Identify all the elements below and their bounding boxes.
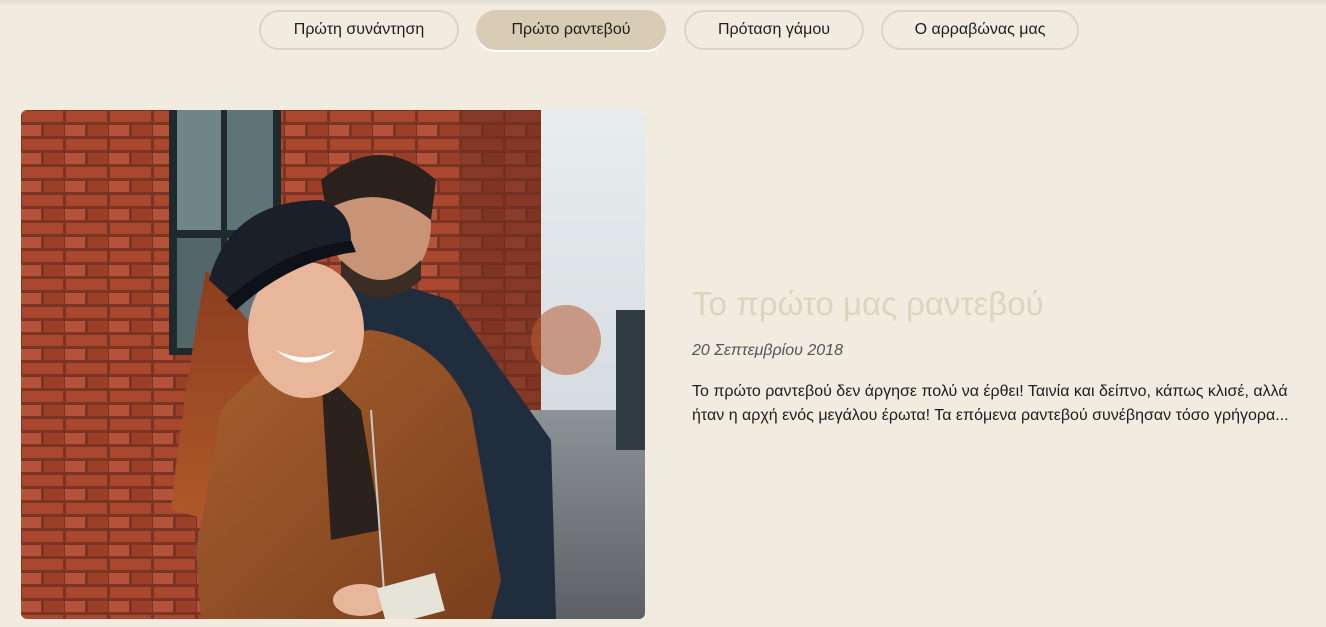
page: Πρώτη συνάντηση Πρώτο ραντεβού Πρόταση γ…: [0, 0, 1326, 627]
tab-first-date[interactable]: Πρώτο ραντεβού: [476, 10, 666, 50]
story-section: Το πρώτο μας ραντεβού 20 Σεπτεμβρίου 201…: [692, 282, 1312, 428]
tab-first-meeting[interactable]: Πρώτη συνάντηση: [259, 10, 459, 50]
couple-photo: [21, 110, 645, 619]
tab-engagement[interactable]: Ο αρραβώνας μας: [881, 10, 1079, 50]
story-date: 20 Σεπτεμβρίου 2018: [692, 342, 843, 359]
top-shadow: [0, 0, 1326, 6]
story-title: Το πρώτο μας ραντεβού: [692, 285, 1044, 322]
tab-proposal[interactable]: Πρόταση γάμου: [684, 10, 864, 50]
story-tabs: Πρώτη συνάντηση Πρώτο ραντεβού Πρόταση γ…: [0, 10, 1326, 54]
story-text: Το πρώτο ραντεβού δεν άργησε πολύ να έρθ…: [692, 383, 1289, 424]
